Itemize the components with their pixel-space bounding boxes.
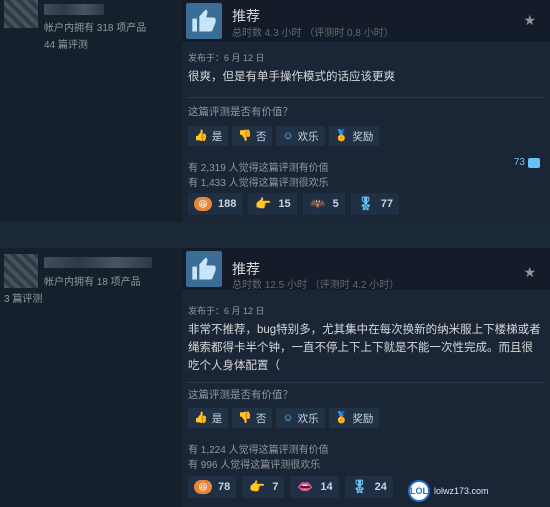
thumbs-up-icon: [186, 3, 222, 39]
thumbs-up-icon: 👍: [194, 411, 208, 424]
funny-count: 有 1,433 人觉得这篇评测很欢乐: [188, 178, 329, 189]
award-count: 24: [374, 481, 387, 493]
helpful-count: 有 2,319 人觉得这篇评测有价值: [188, 163, 329, 174]
review-count[interactable]: 44 篇评测: [44, 36, 88, 51]
pointing-hand-icon: 👉: [249, 479, 266, 494]
watermark-url: lolwz173.com: [434, 486, 489, 496]
reviewer-name-blurred[interactable]: [44, 4, 104, 15]
review-divider: [0, 222, 550, 248]
thumbs-up-icon: 👍: [194, 129, 208, 142]
smile-icon: ☺: [282, 411, 294, 424]
playtime: 总时数 12.5 小时 （评测时 4.2 小时）: [232, 280, 400, 291]
laugh-face-icon: 😆: [194, 480, 212, 494]
comment-count[interactable]: 73: [514, 157, 540, 168]
review-body: 很爽，但是有单手操作模式的话应该更爽: [188, 71, 395, 83]
no-label: 否: [255, 130, 267, 143]
review-content: 推荐 总时数 4.3 小时 （评测时 0.8 小时） ★ 发布于：6 月 12 …: [182, 0, 550, 222]
award-badge[interactable]: 🎖 24: [344, 476, 393, 498]
award-icon: 🏅: [334, 129, 349, 142]
award-badge[interactable]: 👄 14: [290, 476, 339, 498]
yes-label: 是: [211, 412, 223, 425]
avatar[interactable]: [4, 254, 38, 288]
funny-count: 有 996 人觉得这篇评测很欢乐: [188, 460, 321, 471]
avatar[interactable]: [4, 0, 38, 28]
review-body: 非常不推荐，bug特别多，尤其集中在每次换新的纳米服上下楼梯或者绳索都得卡半个钟…: [188, 324, 541, 372]
yes-label: 是: [211, 130, 223, 143]
posted-date: 发布于：6 月 12 日: [188, 306, 265, 316]
award-count: 15: [278, 198, 291, 210]
award-count: 14: [320, 481, 333, 493]
vote-buttons: 👍 是 👎 否 ☺ 欢乐 🏅 奖励: [188, 126, 380, 146]
yes-button[interactable]: 👍 是: [188, 408, 229, 428]
site-watermark: LOL lolwz173.com: [408, 477, 548, 505]
helpful-count: 有 1,224 人觉得这篇评测有价值: [188, 445, 329, 456]
vote-buttons: 👍 是 👎 否 ☺ 欢乐 🏅 奖励: [188, 408, 380, 428]
award-count: 188: [218, 198, 237, 210]
medal-icon: 🎖: [351, 479, 368, 494]
reviewer-info: 帐户内拥有 318 项产品 44 篇评测: [0, 0, 178, 222]
review-verdict: 推荐: [232, 8, 260, 24]
vote-header: 推荐 总时数 12.5 小时 （评测时 4.2 小时） ★: [182, 248, 550, 291]
award-button[interactable]: 🏅 奖励: [328, 126, 380, 146]
no-button[interactable]: 👎 否: [232, 126, 273, 146]
award-star-icon[interactable]: ★: [523, 264, 536, 281]
playtime: 总时数 4.3 小时 （评测时 0.8 小时）: [232, 28, 394, 39]
award-label: 奖励: [352, 412, 374, 425]
pointing-hand-icon: 👉: [255, 196, 272, 211]
no-label: 否: [255, 412, 267, 425]
award-badge[interactable]: 🦇 5: [302, 193, 345, 215]
comment-bubble-icon: [528, 157, 540, 168]
award-count: 7: [272, 481, 279, 493]
award-count: 77: [380, 198, 393, 210]
award-button[interactable]: 🏅 奖励: [328, 408, 380, 428]
review-count[interactable]: 3 篇评测: [4, 290, 42, 305]
funny-label: 欢乐: [297, 130, 319, 143]
award-badge[interactable]: 🎖 77: [350, 193, 399, 215]
watermark-logo: LOL: [408, 480, 430, 502]
funny-label: 欢乐: [297, 412, 319, 425]
award-count: 5: [332, 198, 339, 210]
reviewer-name-blurred[interactable]: [44, 257, 152, 268]
helpful-question: 这篇评测是否有价值？: [188, 106, 293, 118]
lips-icon: 👄: [297, 479, 314, 494]
awards-row: 😆 188 👉 15 🦇 5 🎖 77: [188, 193, 399, 215]
awards-row: 😆 78 👉 7 👄 14 🎖 24: [188, 476, 393, 498]
award-icon: 🏅: [334, 411, 349, 424]
award-badge[interactable]: 👉 15: [248, 193, 297, 215]
reviewer-info: 帐户内拥有 18 项产品 3 篇评测: [0, 248, 178, 507]
review-content: 推荐 总时数 12.5 小时 （评测时 4.2 小时） ★ 发布于：6 月 12…: [182, 248, 550, 507]
winged-icon: 🦇: [309, 196, 326, 211]
separator: [188, 382, 543, 383]
thumbs-down-icon: 👎: [238, 411, 252, 424]
review-card: 帐户内拥有 18 项产品 3 篇评测 推荐 总时数 12.5 小时 （评测时 4…: [0, 248, 550, 507]
products-owned[interactable]: 帐户内拥有 318 项产品: [44, 19, 146, 34]
separator: [188, 97, 543, 98]
thumbs-up-icon: [186, 251, 222, 287]
thumbs-down-icon: 👎: [238, 129, 252, 142]
smile-icon: ☺: [282, 129, 294, 142]
posted-date: 发布于：6 月 12 日: [188, 53, 265, 63]
funny-button[interactable]: ☺ 欢乐: [276, 408, 325, 428]
helpful-question: 这篇评测是否有价值？: [188, 389, 293, 401]
award-count: 78: [218, 481, 231, 493]
laugh-face-icon: 😆: [194, 197, 212, 211]
no-button[interactable]: 👎 否: [232, 408, 273, 428]
award-badge[interactable]: 😆 78: [188, 476, 237, 498]
funny-button[interactable]: ☺ 欢乐: [276, 126, 325, 146]
yes-button[interactable]: 👍 是: [188, 126, 229, 146]
products-owned[interactable]: 帐户内拥有 18 项产品: [44, 273, 141, 288]
award-label: 奖励: [352, 130, 374, 143]
review-card: 帐户内拥有 318 项产品 44 篇评测 推荐 总时数 4.3 小时 （评测时 …: [0, 0, 550, 222]
comment-count-value: 73: [513, 157, 525, 168]
vote-header: 推荐 总时数 4.3 小时 （评测时 0.8 小时） ★: [182, 0, 550, 42]
award-star-icon[interactable]: ★: [523, 12, 536, 29]
award-badge[interactable]: 😆 188: [188, 193, 243, 215]
medal-icon: 🎖: [357, 196, 374, 211]
award-badge[interactable]: 👉 7: [242, 476, 285, 498]
